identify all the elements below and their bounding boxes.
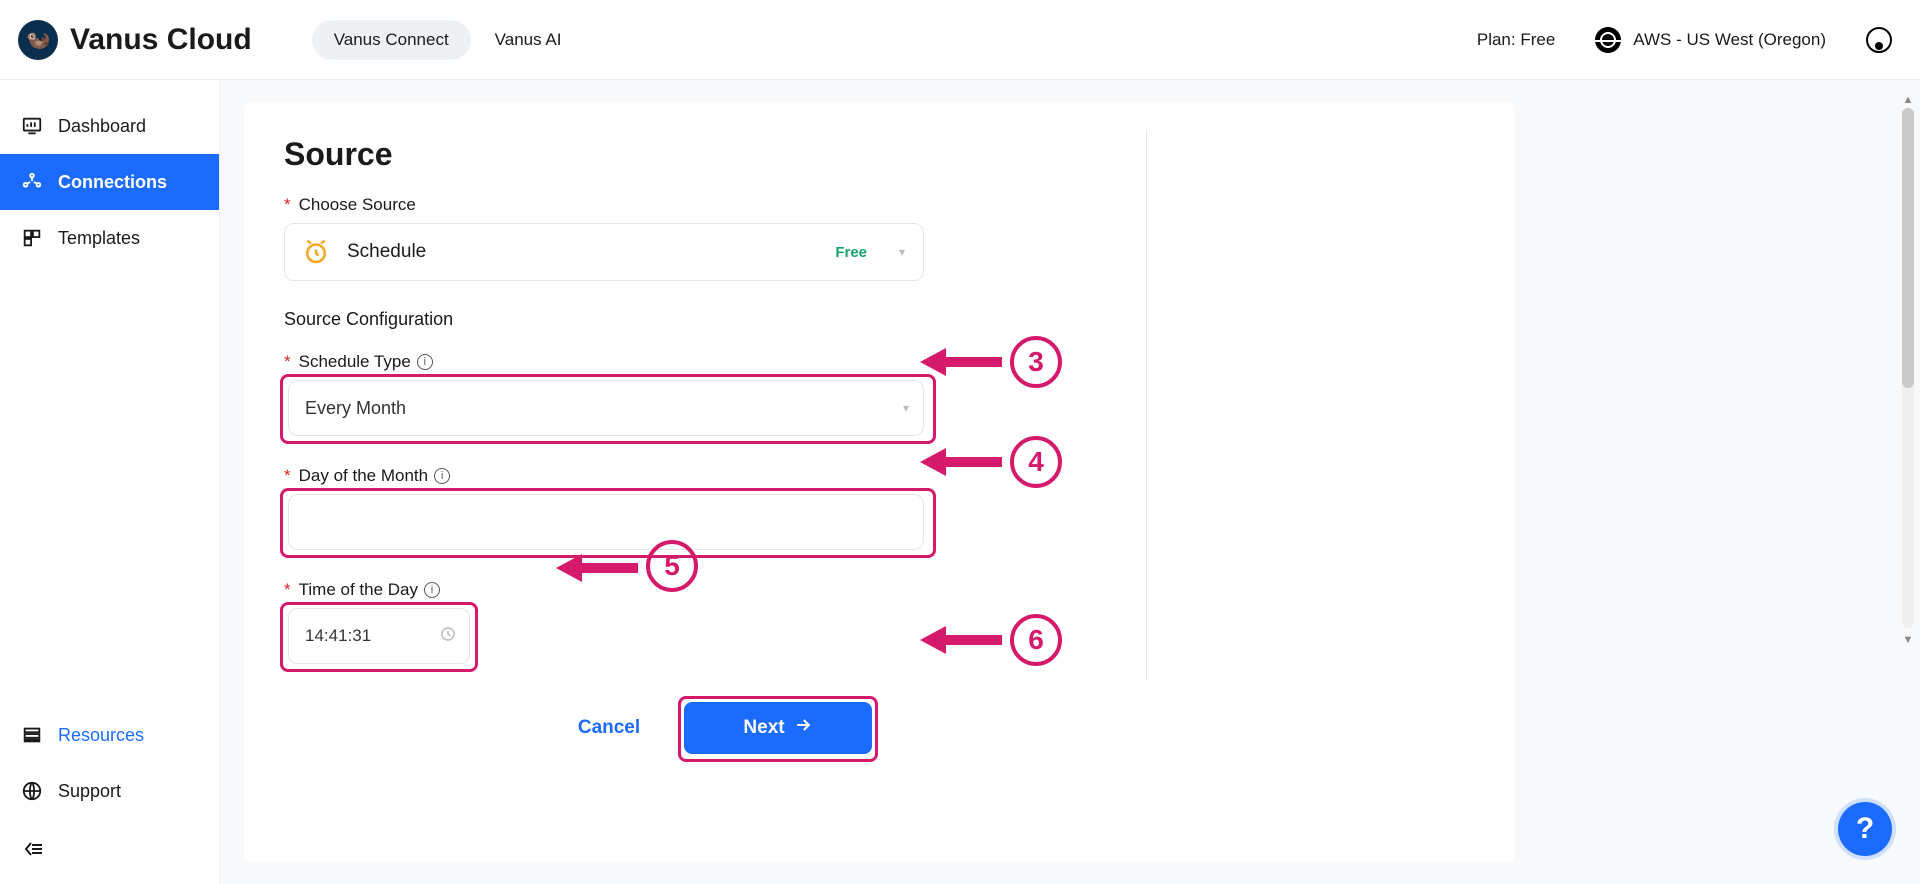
resources-icon: [20, 723, 44, 747]
sidebar-item-label: Resources: [58, 725, 144, 746]
region-text: AWS - US West (Oregon): [1633, 30, 1826, 50]
scroll-down-arrow[interactable]: ▼: [1901, 634, 1915, 648]
chevron-down-icon: ▾: [903, 401, 909, 415]
choose-source-select[interactable]: Schedule Free ▾: [284, 223, 924, 281]
time-of-day-label: *Time of the Day i: [284, 580, 1124, 600]
choose-source-label: *Choose Source: [284, 195, 1124, 215]
sidebar: Dashboard Connections Templates Resource…: [0, 80, 220, 884]
scrollbar-thumb[interactable]: [1902, 108, 1914, 388]
connections-icon: [20, 170, 44, 194]
time-value: 14:41:31: [305, 626, 371, 646]
sidebar-item-label: Support: [58, 781, 121, 802]
sidebar-collapse[interactable]: [0, 819, 219, 884]
help-button[interactable]: ?: [1838, 802, 1892, 856]
clock-icon: [439, 625, 457, 648]
time-of-day-input[interactable]: 14:41:31: [288, 608, 470, 664]
free-badge: Free: [835, 244, 867, 261]
support-icon: [20, 779, 44, 803]
schedule-type-value: Every Month: [305, 398, 406, 419]
source-config-heading: Source Configuration: [284, 309, 1124, 330]
brand-logo-icon: 🦦: [18, 20, 58, 60]
source-name: Schedule: [347, 241, 426, 263]
schedule-icon: [301, 237, 331, 267]
next-label: Next: [743, 717, 784, 739]
region-select[interactable]: AWS - US West (Oregon): [1595, 27, 1826, 53]
sidebar-item-resources[interactable]: Resources: [0, 707, 219, 763]
sidebar-item-dashboard[interactable]: Dashboard: [0, 98, 219, 154]
schedule-type-label: *Schedule Type i: [284, 352, 1124, 372]
arrow-right-icon: [793, 715, 813, 741]
plan-label: Plan: Free: [1477, 30, 1555, 50]
panel-divider: [1146, 130, 1147, 680]
info-icon[interactable]: i: [417, 354, 433, 370]
content-area: Source *Choose Source Schedule Free ▾ So…: [220, 80, 1920, 884]
page-title: Source: [284, 136, 1514, 173]
header: 🦦 Vanus Cloud Vanus Connect Vanus AI Pla…: [0, 0, 1920, 80]
day-of-month-label: *Day of the Month i: [284, 466, 1124, 486]
collapse-icon: [22, 837, 46, 861]
scrollbar[interactable]: [1902, 108, 1914, 628]
brand[interactable]: 🦦 Vanus Cloud: [18, 20, 252, 60]
day-of-month-input[interactable]: [288, 494, 924, 550]
sidebar-item-label: Connections: [58, 172, 167, 193]
sidebar-item-connections[interactable]: Connections: [0, 154, 219, 210]
chevron-down-icon: ▾: [899, 245, 905, 259]
dashboard-icon: [20, 114, 44, 138]
brand-name: Vanus Cloud: [70, 23, 252, 57]
nav-connect[interactable]: Vanus Connect: [312, 20, 471, 60]
nav-ai[interactable]: Vanus AI: [495, 30, 562, 50]
next-button[interactable]: Next: [684, 702, 872, 754]
form-panel: Source *Choose Source Schedule Free ▾ So…: [244, 102, 1514, 862]
info-icon[interactable]: i: [434, 468, 450, 484]
cancel-button[interactable]: Cancel: [544, 702, 674, 754]
sidebar-item-support[interactable]: Support: [0, 763, 219, 819]
templates-icon: [20, 226, 44, 250]
sidebar-item-label: Templates: [58, 228, 140, 249]
info-icon[interactable]: i: [424, 582, 440, 598]
account-menu[interactable]: [1866, 27, 1892, 53]
globe-icon: [1595, 27, 1621, 53]
schedule-type-select[interactable]: Every Month ▾: [288, 380, 924, 436]
scroll-up-arrow[interactable]: ▲: [1901, 94, 1915, 108]
sidebar-item-label: Dashboard: [58, 116, 146, 137]
sidebar-item-templates[interactable]: Templates: [0, 210, 219, 266]
